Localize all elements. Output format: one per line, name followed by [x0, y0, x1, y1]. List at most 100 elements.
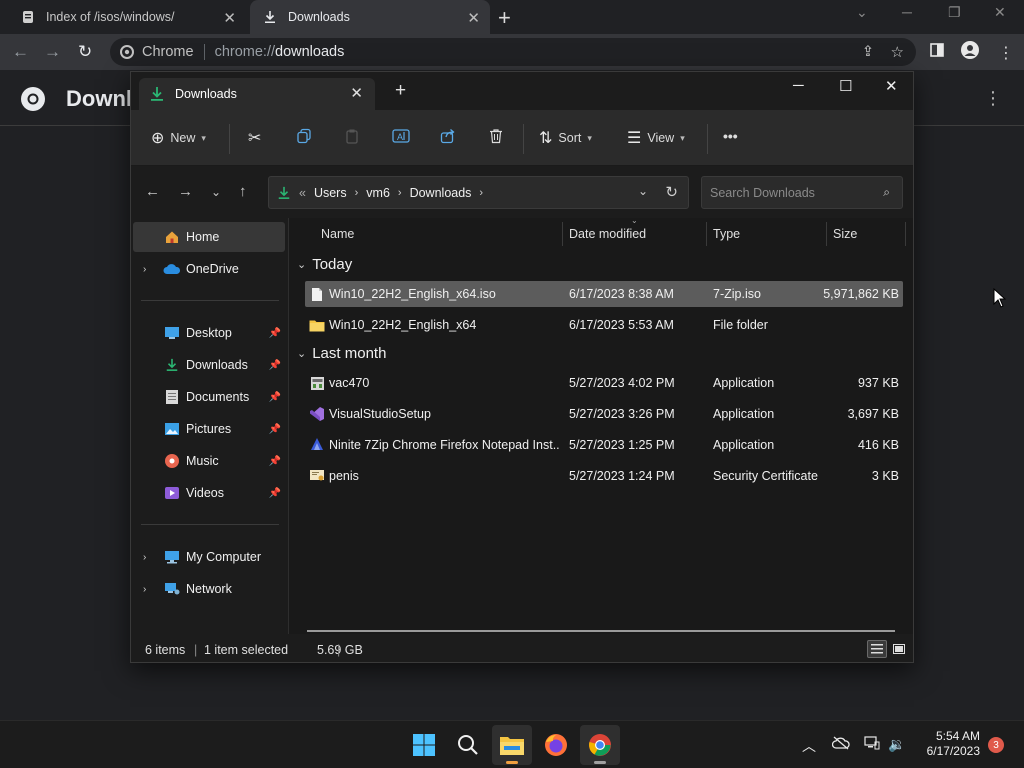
- close-tab-icon[interactable]: ✕: [467, 9, 480, 27]
- copy-button[interactable]: [296, 128, 312, 144]
- restore-icon[interactable]: ❐: [948, 4, 961, 21]
- bookmark-star-icon[interactable]: ☆: [891, 43, 904, 61]
- column-header-size[interactable]: Size: [833, 227, 857, 241]
- file-row[interactable]: Ninite 7Zip Chrome Firefox Notepad Inst.…: [305, 432, 903, 458]
- search-icon[interactable]: ⌕: [883, 185, 890, 200]
- omnibox[interactable]: Chrome chrome://downloads ⇪ ☆: [110, 38, 916, 66]
- nav-item-home[interactable]: Home: [133, 222, 285, 252]
- pin-icon[interactable]: 📌: [269, 488, 281, 499]
- column-header-type[interactable]: Type: [713, 227, 740, 241]
- share-icon[interactable]: ⇪: [862, 44, 874, 60]
- nav-item-pictures[interactable]: Pictures 📌: [133, 414, 285, 444]
- side-panel-icon[interactable]: [930, 43, 944, 61]
- address-history-chevron-icon[interactable]: ⌄: [638, 184, 648, 198]
- column-header-date-modified[interactable]: Date modified: [569, 227, 646, 241]
- breadcrumb-users[interactable]: Users: [314, 186, 347, 200]
- pin-icon[interactable]: 📌: [269, 456, 281, 467]
- notification-badge[interactable]: 3: [988, 737, 1004, 753]
- explorer-tab-downloads[interactable]: Downloads ✕: [139, 78, 375, 110]
- collapse-chevron-icon[interactable]: ⌄: [297, 258, 306, 271]
- browser-tab-index[interactable]: Index of /isos/windows/ ✕: [8, 0, 246, 34]
- group-header-today[interactable]: ⌄ Today: [297, 256, 352, 273]
- nav-item-downloads[interactable]: Downloads 📌: [133, 350, 285, 380]
- see-more-button[interactable]: •••: [723, 128, 738, 144]
- volume-icon[interactable]: 🔉: [888, 736, 905, 753]
- network-status-icon[interactable]: [864, 736, 880, 753]
- onedrive-offline-cloud-icon[interactable]: [831, 736, 850, 753]
- site-chip[interactable]: Chrome: [120, 44, 205, 60]
- address-overflow[interactable]: «: [299, 186, 306, 200]
- file-row[interactable]: vac470 5/27/2023 4:02 PM Application 937…: [305, 370, 903, 396]
- close-tab-icon[interactable]: ✕: [223, 9, 236, 27]
- search-box[interactable]: ⌕: [701, 176, 903, 209]
- close-icon[interactable]: ✕: [994, 4, 1006, 21]
- collapse-chevron-icon[interactable]: ⌄: [297, 347, 306, 360]
- nav-item-desktop[interactable]: Desktop 📌: [133, 318, 285, 348]
- explorer-new-tab-button[interactable]: +: [395, 80, 406, 102]
- chevron-right-icon[interactable]: ›: [355, 187, 359, 199]
- forward-arrow-icon[interactable]: →: [178, 183, 193, 200]
- profile-avatar-icon[interactable]: [961, 41, 979, 63]
- delete-button[interactable]: [488, 128, 504, 144]
- forward-arrow-icon[interactable]: →: [44, 42, 61, 62]
- nav-item-music[interactable]: Music 📌: [133, 446, 285, 476]
- search-button[interactable]: [448, 725, 488, 765]
- nav-item-onedrive[interactable]: › OneDrive: [133, 254, 285, 284]
- expand-chevron-icon[interactable]: ›: [143, 552, 146, 563]
- tab-search-chevron-icon[interactable]: ⌄: [856, 4, 868, 21]
- minimize-icon[interactable]: ─: [793, 77, 804, 94]
- taskbar-firefox[interactable]: [536, 725, 576, 765]
- rename-button[interactable]: A: [392, 128, 410, 144]
- breadcrumb-downloads[interactable]: Downloads: [410, 186, 472, 200]
- refresh-icon[interactable]: ↻: [665, 183, 678, 201]
- pin-icon[interactable]: 📌: [269, 424, 281, 435]
- file-row[interactable]: VisualStudioSetup 5/27/2023 3:26 PM Appl…: [305, 401, 903, 427]
- cut-button[interactable]: ✂: [248, 128, 267, 148]
- menu-kebab-icon[interactable]: ⋮: [998, 43, 1014, 63]
- browser-tab-downloads[interactable]: Downloads ✕: [250, 0, 490, 34]
- pin-icon[interactable]: 📌: [269, 328, 281, 339]
- file-row[interactable]: Win10_22H2_English_x64.iso 6/17/2023 8:3…: [305, 281, 903, 307]
- chevron-right-icon[interactable]: ›: [398, 187, 402, 199]
- nav-item-network[interactable]: › Network: [133, 574, 285, 604]
- taskbar-file-explorer[interactable]: [492, 725, 532, 765]
- nav-item-videos[interactable]: Videos 📌: [133, 478, 285, 508]
- up-arrow-icon[interactable]: ↑: [239, 183, 247, 200]
- share-button[interactable]: [440, 128, 456, 144]
- page-menu-kebab-icon[interactable]: ⋮: [984, 88, 1002, 109]
- nav-item-documents[interactable]: Documents 📌: [133, 382, 285, 412]
- tiles-view-button[interactable]: [889, 640, 909, 658]
- breadcrumb-vm6[interactable]: vm6: [366, 186, 390, 200]
- close-tab-icon[interactable]: ✕: [350, 84, 363, 102]
- maximize-icon[interactable]: ☐: [839, 77, 852, 95]
- new-tab-button[interactable]: +: [498, 5, 511, 31]
- back-arrow-icon[interactable]: ←: [12, 42, 29, 62]
- group-header-last-month[interactable]: ⌄ Last month: [297, 345, 386, 362]
- expand-chevron-icon[interactable]: ›: [143, 584, 146, 595]
- pin-icon[interactable]: 📌: [269, 360, 281, 371]
- address-bar[interactable]: « Users › vm6 › Downloads › ⌄ ↻: [268, 176, 689, 209]
- show-hidden-icons-chevron-icon[interactable]: ︿: [802, 736, 816, 756]
- file-row[interactable]: penis 5/27/2023 1:24 PM Security Certifi…: [305, 463, 903, 489]
- expand-chevron-icon[interactable]: ›: [143, 264, 146, 275]
- taskbar-chrome[interactable]: [580, 725, 620, 765]
- search-input[interactable]: [710, 185, 870, 200]
- horizontal-scrollbar[interactable]: [307, 630, 895, 632]
- paste-button[interactable]: [344, 128, 360, 144]
- file-row[interactable]: Win10_22H2_English_x64 6/17/2023 5:53 AM…: [305, 312, 903, 338]
- back-arrow-icon[interactable]: ←: [145, 183, 160, 200]
- pin-icon[interactable]: 📌: [269, 392, 281, 403]
- chevron-right-icon[interactable]: ›: [479, 187, 483, 199]
- reload-icon[interactable]: ↻: [78, 42, 92, 62]
- close-icon[interactable]: ✕: [885, 77, 898, 95]
- column-header-name[interactable]: Name: [321, 227, 354, 241]
- details-view-button[interactable]: [867, 640, 887, 658]
- sort-button[interactable]: ⇅ Sort ▾: [539, 128, 592, 148]
- start-button[interactable]: [404, 725, 444, 765]
- recent-locations-chevron-icon[interactable]: ⌄: [211, 185, 221, 199]
- view-button[interactable]: ☰ View ▾: [627, 128, 685, 148]
- minimize-icon[interactable]: ─: [902, 4, 912, 20]
- nav-item-my-computer[interactable]: › My Computer: [133, 542, 285, 572]
- new-button[interactable]: ⊕ New ▾: [151, 128, 206, 148]
- system-clock[interactable]: 5:54 AM 6/17/2023: [916, 729, 980, 759]
